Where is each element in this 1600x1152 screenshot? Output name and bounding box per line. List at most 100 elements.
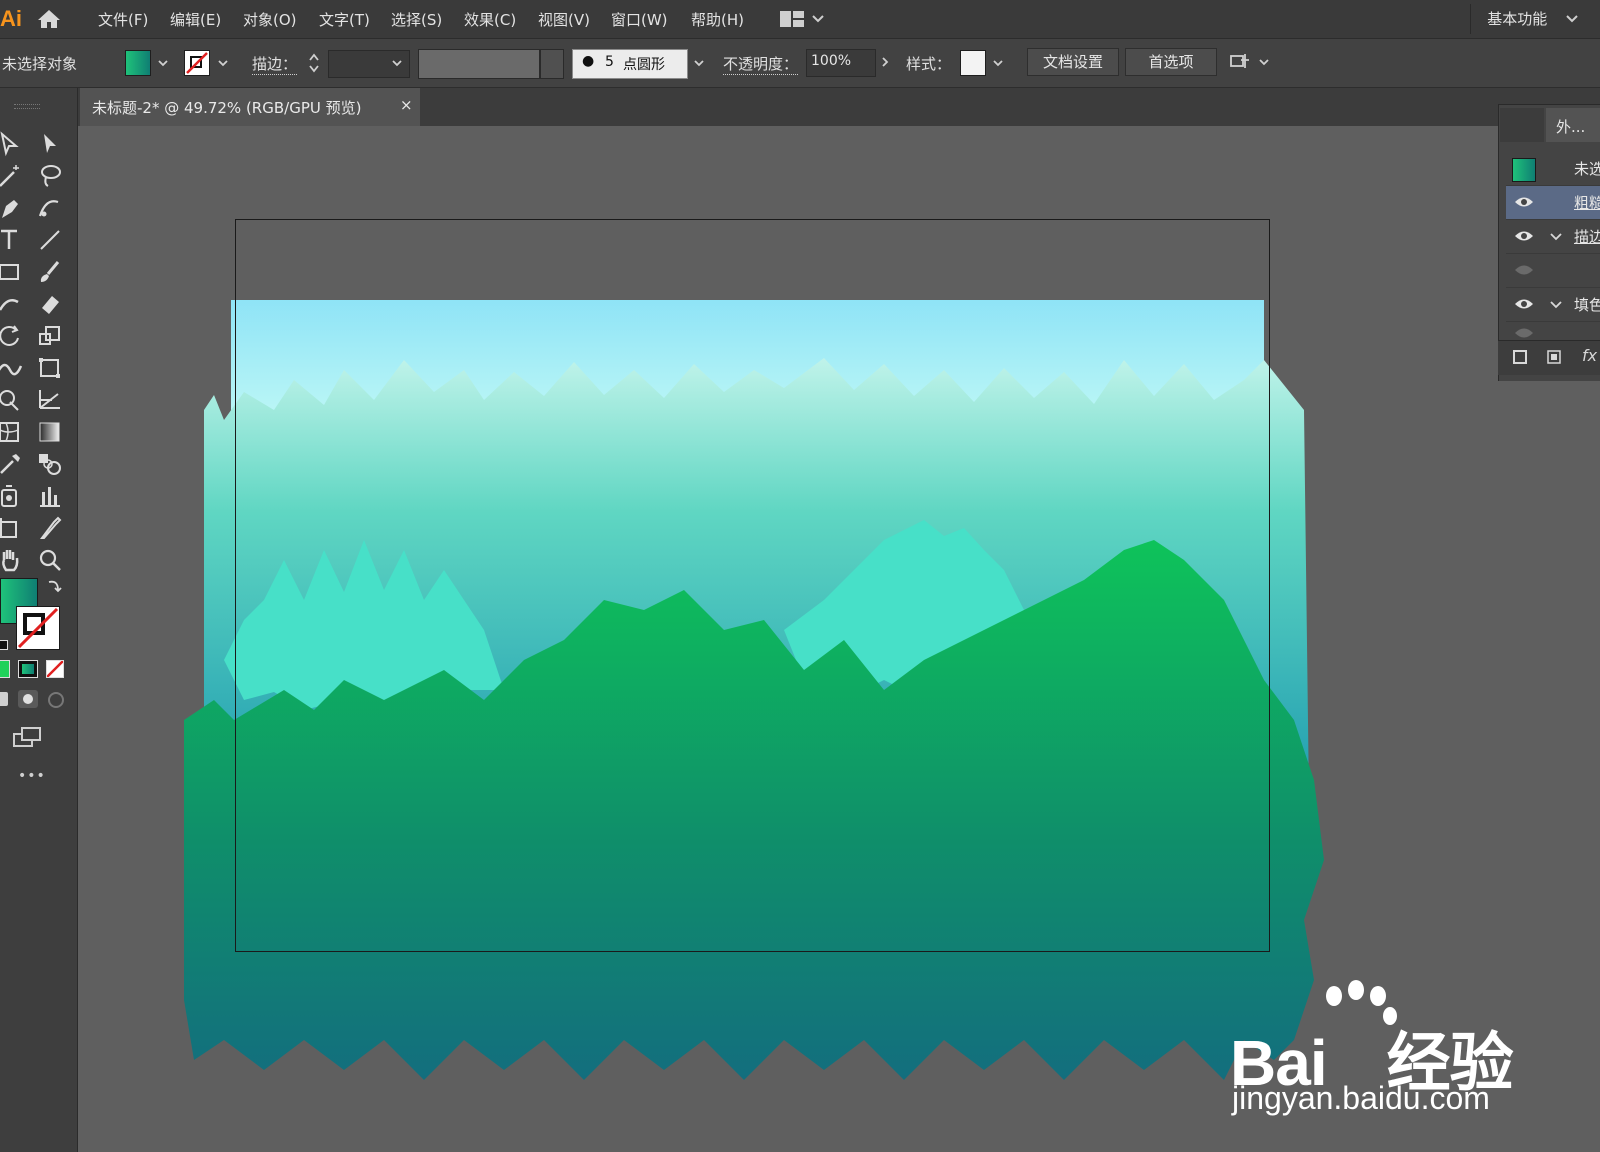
profile-dropdown[interactable] — [540, 49, 564, 79]
rectangle-tool-icon[interactable] — [0, 258, 24, 286]
symbol-sprayer-tool-icon[interactable] — [0, 482, 24, 510]
chevron-down-icon[interactable] — [993, 58, 1003, 68]
shaper-tool-icon[interactable] — [0, 290, 24, 318]
align-options-icon[interactable] — [1229, 52, 1251, 72]
close-icon[interactable]: × — [400, 96, 413, 114]
menu-effect[interactable]: 效果(C) — [464, 9, 516, 30]
stroke-swatch[interactable] — [184, 50, 210, 76]
stroke-color-box[interactable] — [16, 606, 60, 650]
draw-behind-icon[interactable] — [18, 690, 38, 708]
appearance-row-fill[interactable]: 填色 — [1506, 288, 1600, 322]
arrange-documents-icon[interactable] — [780, 11, 804, 27]
row-label: 描边 — [1574, 228, 1600, 246]
opacity-field[interactable]: 100% — [806, 49, 876, 77]
swap-fill-stroke-icon[interactable] — [46, 578, 62, 594]
appearance-row-stroke[interactable]: 描边 — [1506, 220, 1600, 254]
app-logo: Ai — [0, 6, 22, 31]
menu-help[interactable]: 帮助(H) — [691, 9, 744, 30]
none-mode-icon[interactable] — [46, 660, 64, 678]
eye-icon[interactable] — [1514, 229, 1534, 243]
eye-icon[interactable] — [1514, 297, 1534, 311]
brush-definition[interactable]: ● 5 点圆形 — [572, 49, 688, 79]
chevron-right-icon[interactable] — [880, 57, 890, 67]
chevron-down-icon[interactable] — [218, 58, 228, 68]
add-effect-icon[interactable]: fx — [1582, 346, 1597, 365]
graphic-style-swatch[interactable] — [960, 50, 986, 76]
none-stroke-icon — [186, 52, 208, 74]
fill-swatch[interactable] — [125, 50, 151, 76]
artboard-frame — [235, 219, 1270, 952]
draw-normal-icon[interactable] — [0, 692, 8, 706]
add-fill-icon[interactable] — [1546, 349, 1562, 365]
add-stroke-icon[interactable] — [1512, 349, 1528, 365]
chevron-down-icon[interactable] — [694, 58, 704, 68]
stroke-weight-stepper-icon[interactable] — [308, 51, 320, 75]
column-graph-tool-icon[interactable] — [36, 482, 64, 510]
scale-tool-icon[interactable] — [36, 322, 64, 350]
perspective-grid-tool-icon[interactable] — [36, 386, 64, 414]
opacity-label[interactable]: 不透明度： — [723, 53, 799, 75]
paintbrush-tool-icon[interactable] — [36, 258, 64, 286]
lasso-icon[interactable] — [36, 162, 64, 190]
selection-tool-icon[interactable] — [0, 130, 24, 158]
gradient-tool-icon[interactable] — [36, 418, 64, 446]
color-mode-icon[interactable] — [0, 660, 10, 678]
object-thumbnail — [1512, 158, 1536, 182]
shape-builder-tool-icon[interactable] — [0, 386, 24, 414]
eye-icon[interactable] — [1514, 326, 1534, 340]
appearance-row-roughen[interactable]: 粗糙 — [1506, 186, 1600, 220]
menu-edit[interactable]: 编辑(E) — [170, 9, 221, 30]
chevron-down-icon[interactable] — [1259, 57, 1269, 67]
document-tab[interactable]: 未标题-2* @ 49.72% (RGB/GPU 预览) × — [80, 88, 420, 126]
type-tool-icon[interactable] — [0, 226, 24, 254]
appearance-row-empty[interactable] — [1506, 254, 1600, 288]
blend-tool-icon[interactable] — [36, 450, 64, 478]
workspace-switcher[interactable]: 基本功能 — [1487, 8, 1578, 29]
artboard-tool-icon[interactable] — [0, 514, 24, 542]
pen-tool-icon[interactable] — [0, 194, 24, 222]
slice-tool-icon[interactable] — [36, 514, 64, 542]
menu-view[interactable]: 视图(V) — [538, 9, 590, 30]
chevron-down-icon[interactable] — [158, 58, 168, 68]
rotate-tool-icon[interactable] — [0, 322, 24, 350]
appearance-row-empty[interactable] — [1506, 322, 1600, 340]
hand-tool-icon[interactable] — [0, 546, 24, 574]
menu-object[interactable]: 对象(O) — [243, 9, 297, 30]
chevron-down-icon[interactable] — [812, 14, 824, 24]
line-segment-tool-icon[interactable] — [36, 226, 64, 254]
preferences-button[interactable]: 首选项 — [1125, 48, 1217, 76]
appearance-row-object[interactable]: 未选 — [1506, 152, 1600, 186]
eyedropper-tool-icon[interactable] — [0, 450, 24, 478]
draw-inside-icon[interactable] — [48, 692, 64, 708]
mesh-tool-icon[interactable] — [0, 418, 24, 446]
home-icon[interactable] — [36, 8, 62, 30]
chevron-down-icon[interactable] — [392, 58, 402, 68]
free-transform-tool-icon[interactable] — [36, 354, 64, 382]
workspace-label: 基本功能 — [1487, 10, 1548, 28]
screen-mode-icon[interactable] — [12, 726, 44, 750]
curvature-tool-icon[interactable] — [36, 194, 64, 222]
row-label: 粗糙 — [1574, 194, 1600, 212]
panel-grip[interactable] — [14, 104, 40, 109]
eye-icon[interactable] — [1514, 195, 1534, 209]
more-tools-icon[interactable]: ••• — [18, 768, 46, 784]
eraser-tool-icon[interactable] — [36, 290, 64, 318]
document-setup-button[interactable]: 文档设置 — [1027, 48, 1119, 76]
menu-window[interactable]: 窗口(W) — [611, 9, 668, 30]
row-label: 填色 — [1574, 296, 1600, 314]
panel-header — [1500, 108, 1544, 142]
variable-width-profile[interactable] — [418, 49, 540, 79]
direct-selection-tool-icon[interactable] — [36, 130, 64, 158]
chevron-down-icon[interactable] — [1550, 232, 1562, 242]
stroke-label[interactable]: 描边： — [252, 53, 298, 75]
default-colors-icon[interactable] — [0, 640, 8, 650]
menu-file[interactable]: 文件(F) — [98, 9, 148, 30]
menu-type[interactable]: 文字(T) — [319, 9, 370, 30]
zoom-tool-icon[interactable] — [36, 546, 64, 574]
gradient-mode-icon[interactable] — [18, 660, 38, 678]
menu-select[interactable]: 选择(S) — [391, 9, 442, 30]
width-tool-icon[interactable] — [0, 354, 24, 382]
eye-icon[interactable] — [1514, 263, 1534, 277]
chevron-down-icon[interactable] — [1550, 300, 1562, 310]
magic-wand-icon[interactable] — [0, 162, 24, 190]
